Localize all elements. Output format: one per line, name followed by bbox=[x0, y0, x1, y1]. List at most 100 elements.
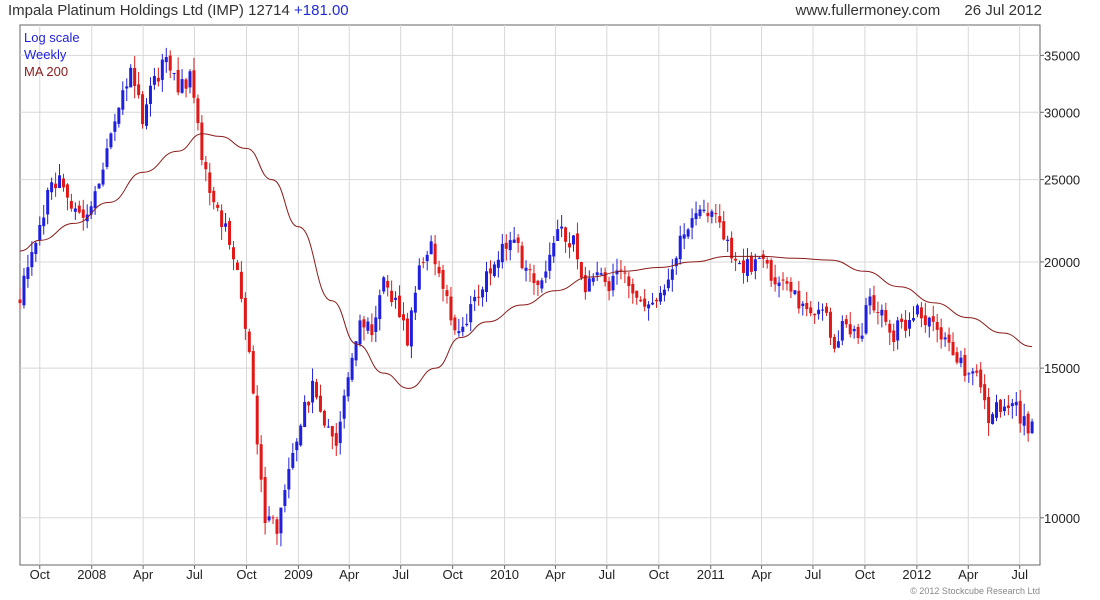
candle-down bbox=[156, 77, 160, 82]
candle-down bbox=[441, 269, 445, 289]
candle-up bbox=[42, 217, 46, 227]
x-tick-label: Jul bbox=[805, 567, 822, 582]
candle-down bbox=[844, 319, 848, 325]
candle-up bbox=[413, 292, 417, 313]
candle-up bbox=[342, 395, 346, 419]
candle-up bbox=[97, 183, 101, 189]
candle-down bbox=[832, 336, 836, 349]
candle-down bbox=[390, 290, 394, 303]
candle-up bbox=[461, 326, 465, 332]
candle-down bbox=[322, 410, 326, 426]
candle-up bbox=[552, 242, 556, 257]
candle-down bbox=[789, 282, 793, 292]
candle-up bbox=[836, 341, 840, 348]
legend-frequency: Weekly bbox=[24, 47, 67, 62]
chart-legend: Log scale Weekly MA 200 bbox=[24, 29, 80, 80]
candle-up bbox=[927, 317, 931, 327]
candle-up bbox=[358, 320, 362, 345]
candle-up bbox=[457, 331, 461, 334]
candle-up bbox=[860, 335, 864, 339]
candle-up bbox=[971, 371, 975, 374]
candle-up bbox=[915, 305, 919, 315]
candle-down bbox=[730, 237, 734, 259]
candle-down bbox=[168, 55, 172, 71]
candle-down bbox=[370, 324, 374, 336]
candle-down bbox=[334, 433, 338, 446]
candle-up bbox=[287, 468, 291, 490]
candle-up bbox=[58, 175, 62, 188]
candle-down bbox=[797, 290, 801, 309]
candle-down bbox=[575, 233, 579, 260]
candle-down bbox=[1018, 400, 1022, 424]
candle-up bbox=[694, 213, 698, 220]
candle-down bbox=[813, 313, 817, 316]
candle-up bbox=[172, 73, 176, 75]
candle-down bbox=[77, 205, 81, 213]
candle-down bbox=[623, 272, 627, 274]
candle-down bbox=[655, 299, 659, 302]
candle-down bbox=[235, 262, 239, 270]
candle-down bbox=[255, 395, 259, 445]
candle-up bbox=[382, 277, 386, 292]
candle-down bbox=[61, 178, 65, 188]
candle-down bbox=[741, 260, 745, 273]
candle-up bbox=[338, 421, 342, 444]
candle-down bbox=[437, 266, 441, 274]
candle-down bbox=[243, 298, 247, 329]
candle-down bbox=[231, 247, 235, 260]
candle-down bbox=[931, 316, 935, 322]
candle-up bbox=[745, 259, 749, 276]
candle-up bbox=[429, 241, 433, 255]
candle-down bbox=[488, 268, 492, 274]
candle-up bbox=[556, 229, 560, 241]
candle-up bbox=[469, 304, 473, 323]
candle-down bbox=[386, 280, 390, 288]
candle-up bbox=[821, 309, 825, 311]
candle-up bbox=[540, 280, 544, 289]
candle-down bbox=[405, 318, 409, 346]
copyright-notice: © 2012 Stockcube Research Ltd bbox=[910, 586, 1040, 596]
candle-down bbox=[65, 184, 69, 198]
candle-down bbox=[631, 283, 635, 294]
candle-up bbox=[1022, 416, 1026, 426]
x-tick-label: 2010 bbox=[490, 567, 519, 582]
y-tick-label: 25000 bbox=[1044, 173, 1080, 188]
candle-down bbox=[749, 255, 753, 272]
candle-up bbox=[374, 317, 378, 332]
candle-up bbox=[38, 224, 42, 241]
candle-down bbox=[975, 370, 979, 373]
x-tick-label: Jul bbox=[186, 567, 203, 582]
candle-down bbox=[401, 314, 405, 321]
candle-down bbox=[528, 269, 532, 271]
candle-down bbox=[876, 312, 880, 314]
candle-up bbox=[896, 320, 900, 341]
candle-up bbox=[129, 67, 133, 88]
candle-down bbox=[18, 299, 22, 304]
candle-down bbox=[216, 204, 220, 208]
candle-down bbox=[904, 319, 908, 331]
candle-down bbox=[275, 519, 279, 534]
candle-up bbox=[73, 208, 77, 212]
candle-up bbox=[611, 275, 615, 291]
candle-up bbox=[512, 239, 516, 243]
price-chart: 10000 15000 20000 25000 30000 35000 Oct 2008 Ap… bbox=[18, 24, 1080, 582]
candle-down bbox=[951, 341, 955, 356]
candle-up bbox=[164, 57, 168, 63]
candle-up bbox=[1014, 401, 1018, 406]
candle-up bbox=[22, 275, 26, 306]
candle-up bbox=[1010, 403, 1014, 407]
candle-up bbox=[113, 121, 117, 132]
candle-down bbox=[133, 68, 137, 87]
candle-down bbox=[765, 259, 769, 264]
candle-up bbox=[465, 323, 469, 326]
candle-down bbox=[239, 271, 243, 299]
candle-up bbox=[757, 257, 761, 259]
candle-down bbox=[1026, 413, 1030, 434]
candle-up bbox=[560, 226, 564, 229]
candle-up bbox=[658, 292, 662, 302]
candle-up bbox=[793, 290, 797, 294]
candle-up bbox=[26, 267, 30, 279]
candle-down bbox=[81, 209, 85, 218]
candle-down bbox=[785, 281, 789, 284]
candle-down bbox=[184, 79, 188, 89]
